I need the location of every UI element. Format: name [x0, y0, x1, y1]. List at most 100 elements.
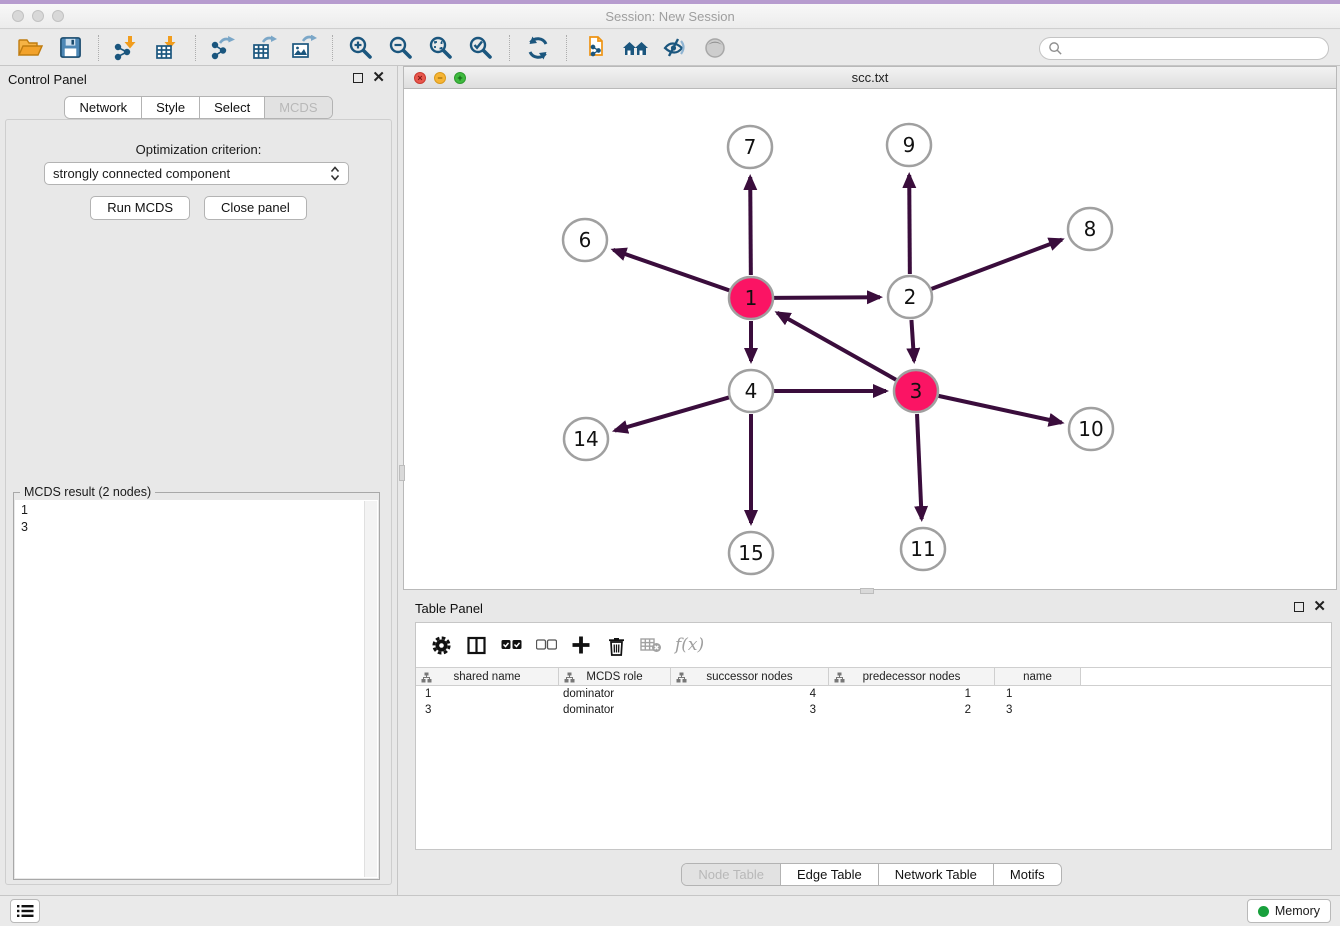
mcds-result-title: MCDS result (2 nodes): [20, 485, 155, 499]
zoom-fit-icon[interactable]: [426, 34, 456, 62]
table-panel: Table Panel ✕: [403, 595, 1340, 895]
column-header-successor-nodes[interactable]: successor nodes: [671, 668, 829, 685]
column-header-predecessor-nodes[interactable]: predecessor nodes: [829, 668, 995, 685]
mcds-result-text[interactable]: 1 3: [15, 500, 378, 878]
create-column-plus-icon[interactable]: [566, 632, 596, 658]
graph-edge-3-1[interactable]: [777, 313, 896, 380]
main-toolbar: [0, 30, 1340, 66]
column-type-icon: [834, 672, 845, 683]
window-title: Session: New Session: [0, 9, 1340, 24]
delete-table-icon: [636, 632, 666, 658]
open-session-icon[interactable]: [15, 34, 45, 62]
search-icon: [1048, 41, 1063, 56]
cell-successor-nodes: 3: [671, 704, 829, 716]
tab-style[interactable]: Style: [142, 97, 200, 118]
table-row[interactable]: 1 dominator 4 1 1: [416, 686, 1331, 702]
toolbar-separator: [332, 35, 333, 61]
search-input[interactable]: [1063, 40, 1328, 58]
tab-motifs[interactable]: Motifs: [994, 864, 1061, 885]
deselect-all-columns-icon[interactable]: [531, 632, 561, 658]
cell-name: 1: [995, 688, 1081, 700]
import-network-icon[interactable]: [112, 34, 142, 62]
titlebar: Session: New Session: [0, 4, 1340, 29]
graph-node-label-1: 1: [745, 286, 758, 310]
toolbar-separator: [566, 35, 567, 61]
close-panel-icon[interactable]: ✕: [372, 72, 385, 84]
column-header-shared-name[interactable]: shared name: [416, 668, 559, 685]
mcds-pane: Optimization criterion: strongly connect…: [5, 119, 392, 885]
graph-edge-4-14[interactable]: [615, 397, 729, 430]
zoom-in-icon[interactable]: [346, 34, 376, 62]
show-column-panel-icon[interactable]: [461, 632, 491, 658]
node-table-container: f(x) shared name MCDS role successor nod…: [415, 622, 1332, 850]
graph-edge-1-7[interactable]: [750, 177, 751, 275]
tab-mcds[interactable]: MCDS: [265, 97, 331, 118]
close-panel-button[interactable]: Close panel: [204, 196, 307, 220]
memory-label: Memory: [1275, 904, 1320, 918]
network-view-window: × − + scc.txt 7968124314101511: [403, 66, 1337, 590]
table-settings-gear-icon[interactable]: [426, 632, 456, 658]
graph-edge-2-8[interactable]: [932, 240, 1062, 289]
result-scrollbar[interactable]: [364, 501, 377, 877]
memory-status-dot: [1258, 906, 1269, 917]
tab-select[interactable]: Select: [200, 97, 265, 118]
float-panel-icon[interactable]: [353, 73, 363, 83]
delete-column-trash-icon[interactable]: [601, 632, 631, 658]
cell-predecessor-nodes: 2: [829, 704, 995, 716]
network-window-titlebar[interactable]: × − + scc.txt: [404, 67, 1336, 89]
table-panel-title: Table Panel: [415, 601, 483, 616]
table-panel-header: Table Panel ✕: [403, 595, 1340, 621]
graph-edge-3-11[interactable]: [917, 414, 922, 519]
float-table-panel-icon[interactable]: [1294, 602, 1304, 612]
toolbar-search[interactable]: [1039, 37, 1329, 60]
splitter-vertical-grip[interactable]: [399, 465, 405, 481]
selected-criterion: strongly connected component: [53, 166, 330, 181]
run-mcds-button[interactable]: Run MCDS: [90, 196, 190, 220]
chevron-updown-icon: [330, 166, 340, 181]
network-canvas[interactable]: 7968124314101511: [404, 89, 1336, 589]
control-panel-tabs: Network Style Select MCDS: [64, 96, 332, 119]
column-type-icon: [676, 672, 687, 683]
table-row[interactable]: 3 dominator 3 2 3: [416, 702, 1331, 718]
select-all-columns-icon[interactable]: [496, 632, 526, 658]
graph-node-label-10: 10: [1078, 417, 1103, 441]
graph-edge-1-2[interactable]: [774, 297, 880, 298]
export-table-icon[interactable]: [249, 34, 279, 62]
column-type-icon: [421, 672, 432, 683]
apply-layout-icon[interactable]: [523, 34, 553, 62]
cell-mcds-role: dominator: [559, 688, 671, 700]
table-toolbar: f(x): [416, 623, 1331, 667]
graph-node-label-15: 15: [738, 541, 763, 565]
column-type-icon: [564, 672, 575, 683]
optimization-criterion-select[interactable]: strongly connected component: [44, 162, 349, 185]
splitter-horizontal-grip[interactable]: [860, 588, 874, 594]
toolbar-separator: [195, 35, 196, 61]
save-session-icon[interactable]: [55, 34, 85, 62]
graph-edge-1-6[interactable]: [613, 250, 729, 291]
graph-edge-2-3[interactable]: [911, 320, 914, 361]
function-builder-icon: f(x): [675, 635, 704, 655]
home-icon[interactable]: [620, 34, 650, 62]
memory-button[interactable]: Memory: [1247, 899, 1331, 923]
close-table-panel-icon[interactable]: ✕: [1313, 601, 1326, 613]
hide-details-icon[interactable]: [660, 34, 690, 62]
export-network-icon[interactable]: [209, 34, 239, 62]
column-header-name[interactable]: name: [995, 668, 1081, 685]
cell-shared-name: 3: [416, 704, 559, 716]
column-header-mcds-role[interactable]: MCDS role: [559, 668, 671, 685]
network-graph[interactable]: 7968124314101511: [404, 89, 1336, 590]
graph-edge-2-9[interactable]: [909, 175, 910, 274]
tab-edge-table[interactable]: Edge Table: [781, 864, 879, 885]
tab-network-table[interactable]: Network Table: [879, 864, 994, 885]
clone-network-icon[interactable]: [580, 34, 610, 62]
task-history-button[interactable]: [10, 899, 40, 923]
cell-mcds-role: dominator: [559, 704, 671, 716]
tab-network[interactable]: Network: [65, 97, 142, 118]
zoom-out-icon[interactable]: [386, 34, 416, 62]
tab-node-table[interactable]: Node Table: [682, 864, 781, 885]
birdseye-icon[interactable]: [700, 34, 730, 62]
graph-edge-3-10[interactable]: [938, 396, 1061, 423]
zoom-selected-icon[interactable]: [466, 34, 496, 62]
import-table-icon[interactable]: [152, 34, 182, 62]
export-image-icon[interactable]: [289, 34, 319, 62]
